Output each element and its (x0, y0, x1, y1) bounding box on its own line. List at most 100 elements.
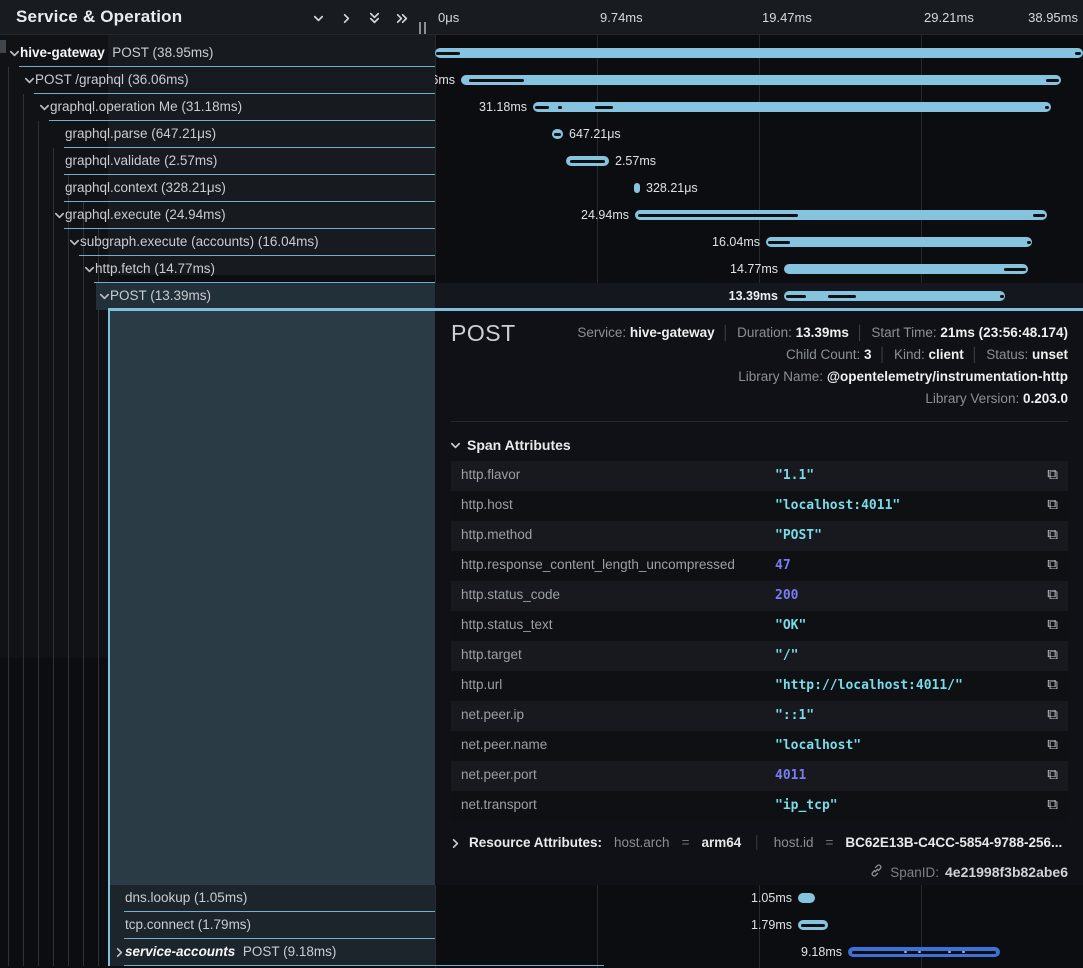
attribute-key: net.peer.port (461, 767, 537, 782)
link-icon[interactable] (869, 863, 884, 881)
chevron-down-icon[interactable] (38, 101, 50, 113)
span-tree-row[interactable]: graphql.parse (647.21μs) (0, 121, 435, 148)
chevron-down-icon[interactable] (53, 209, 65, 221)
chevron-down-icon[interactable] (83, 263, 95, 275)
resource-attributes-row[interactable]: Resource Attributes:host.arch=arm64│host… (449, 835, 1071, 850)
span-tree-row[interactable]: http.fetch (14.77ms) (0, 256, 435, 283)
copy-icon[interactable]: ⧉ (1047, 706, 1058, 723)
axis-tick: 9.74ms (600, 10, 643, 25)
meta-label: Service: (577, 325, 630, 340)
span-duration-label: 36.06ms (435, 73, 455, 87)
span-bar[interactable] (552, 129, 563, 139)
equals-sign: = (825, 835, 833, 850)
attribute-row: net.peer.port4011⧉ (451, 761, 1068, 791)
copy-icon[interactable]: ⧉ (1047, 676, 1058, 693)
attribute-row: http.host"localhost:4011"⧉ (451, 491, 1068, 521)
copy-icon[interactable]: ⧉ (1047, 736, 1058, 753)
meta-value: 3 (864, 347, 872, 362)
attribute-row: http.method"POST"⧉ (451, 521, 1068, 551)
span-bar[interactable] (435, 48, 1083, 58)
meta-label: Kind: (894, 347, 929, 362)
expand-one-icon[interactable] (334, 6, 358, 30)
span-bar[interactable] (635, 210, 1047, 220)
span-bar[interactable] (461, 75, 1061, 85)
span-duration-label: 2.57ms (615, 154, 656, 168)
span-bar[interactable] (798, 893, 815, 903)
resource-key: host.arch (614, 835, 670, 850)
copy-icon[interactable]: ⧉ (1047, 766, 1058, 783)
detail-divider (451, 421, 1068, 422)
span-bar[interactable] (766, 237, 1032, 247)
meta-line: Service: hive-gateway│Duration: 13.39ms│… (577, 322, 1068, 344)
child-span-marker (469, 79, 524, 82)
span-tree-row[interactable]: graphql.validate (2.57ms) (0, 148, 435, 175)
attribute-key: http.status_code (461, 587, 560, 602)
column-resize-handle[interactable] (419, 22, 428, 34)
span-attributes-toggle[interactable]: Span Attributes (449, 437, 571, 453)
span-bar[interactable] (784, 291, 1005, 301)
chevron-down-icon[interactable] (8, 47, 20, 59)
child-span-marker (595, 106, 613, 109)
span-bar[interactable] (533, 102, 1051, 112)
span-name-label: POST (13.39ms) (110, 288, 211, 303)
meta-value: hive-gateway (630, 325, 715, 340)
meta-value: 13.39ms (796, 325, 849, 340)
timeline-bottom: 1.05ms1.79ms9.18ms (435, 885, 1083, 966)
child-span-marker (554, 133, 561, 136)
attribute-value: "POST" (775, 528, 822, 543)
span-tree-row[interactable]: POST /graphql (36.06ms) (0, 67, 435, 94)
meta-value: 0.203.0 (1023, 391, 1068, 406)
span-bar[interactable] (634, 183, 640, 193)
span-tree-row[interactable]: graphql.operation Me (31.18ms) (0, 94, 435, 121)
span-tree-row[interactable]: tcp.connect (1.79ms) (0, 912, 435, 939)
chevron-right-icon[interactable] (113, 946, 125, 958)
span-duration-label: 1.05ms (751, 891, 792, 905)
span-bar[interactable] (848, 947, 1000, 957)
attribute-value: "http://localhost:4011/" (775, 678, 963, 693)
resource-value: BC62E13B-C4CC-5854-9788-256... (845, 835, 1062, 850)
span-id-value: 4e21998f3b82abe6 (945, 864, 1068, 880)
span-tree-row[interactable]: POST (13.39ms) (0, 283, 435, 310)
timeline-top: 36.06ms31.18ms647.21μs2.57ms328.21μs24.9… (435, 40, 1083, 310)
span-tree-row[interactable]: graphql.context (328.21μs) (0, 175, 435, 202)
attribute-key: net.peer.name (461, 737, 547, 752)
copy-icon[interactable]: ⧉ (1047, 796, 1058, 813)
copy-icon[interactable]: ⧉ (1047, 646, 1058, 663)
attribute-row: http.status_code200⧉ (451, 581, 1068, 611)
span-detail-title: POST (451, 320, 516, 347)
attribute-value: "localhost:4011" (775, 498, 900, 513)
child-span-dot (962, 951, 965, 953)
span-tree-top: hive-gateway POST (38.95ms)POST /graphql… (0, 40, 435, 310)
span-bar[interactable] (784, 264, 1028, 274)
span-bar[interactable] (798, 920, 828, 930)
scrollbar-thumb[interactable] (0, 40, 6, 53)
collapse-one-icon[interactable] (306, 6, 330, 30)
span-tree-row[interactable]: graphql.execute (24.94ms) (0, 202, 435, 229)
chevron-down-icon[interactable] (68, 236, 80, 248)
attribute-row: http.url"http://localhost:4011/"⧉ (451, 671, 1068, 701)
span-tree-row[interactable]: hive-gateway POST (38.95ms) (0, 40, 435, 67)
copy-icon[interactable]: ⧉ (1047, 586, 1058, 603)
collapse-all-icon[interactable] (362, 6, 386, 30)
span-tree-row[interactable]: service-accounts POST (9.18ms) (0, 939, 435, 966)
copy-icon[interactable]: ⧉ (1047, 466, 1058, 483)
expand-all-icon[interactable] (390, 6, 414, 30)
child-span-marker (638, 214, 798, 217)
chevron-down-icon[interactable] (23, 74, 35, 86)
axis-tick: 19.47ms (762, 10, 812, 25)
child-span-marker (852, 951, 996, 954)
copy-icon[interactable]: ⧉ (1047, 616, 1058, 633)
copy-icon[interactable]: ⧉ (1047, 526, 1058, 543)
meta-line: Library Version: 0.203.0 (577, 388, 1068, 410)
copy-icon[interactable]: ⧉ (1047, 496, 1058, 513)
child-span-marker (436, 52, 460, 55)
chevron-down-icon[interactable] (98, 290, 110, 302)
child-span-marker (768, 241, 790, 244)
span-tree-row[interactable]: dns.lookup (1.05ms) (0, 885, 435, 912)
span-bar[interactable] (566, 156, 609, 166)
attribute-key: http.target (461, 647, 522, 662)
copy-icon[interactable]: ⧉ (1047, 556, 1058, 573)
span-tree-row[interactable]: subgraph.execute (accounts) (16.04ms) (0, 229, 435, 256)
child-span-dot (948, 951, 951, 953)
child-span-marker (1033, 214, 1045, 217)
